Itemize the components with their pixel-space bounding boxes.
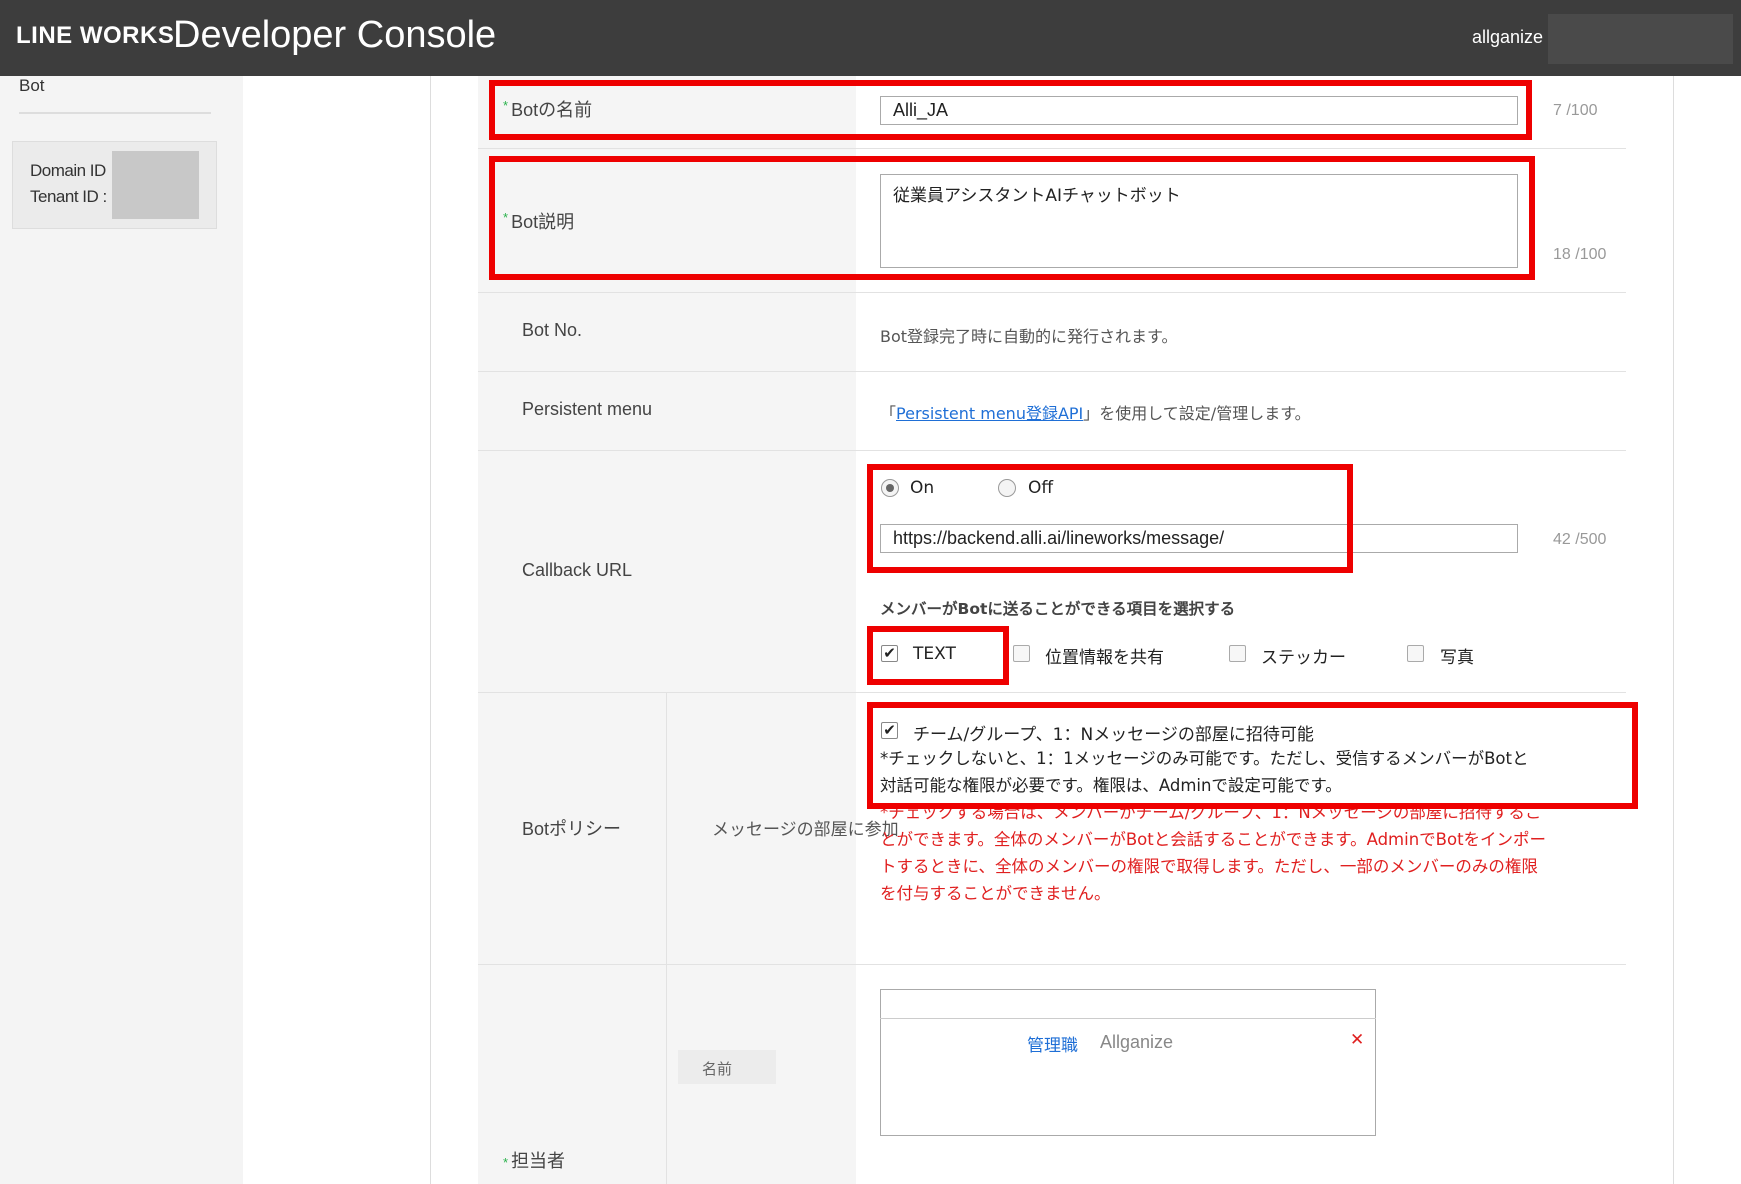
sticker-checkbox[interactable] bbox=[1229, 645, 1246, 662]
location-checkbox[interactable] bbox=[1013, 645, 1030, 662]
highlight-box-text-option bbox=[867, 626, 1009, 685]
sidebar bbox=[0, 76, 243, 1184]
manager-org-tag: Allganize bbox=[1100, 1032, 1174, 1052]
callback-url-counter: 42 /500 bbox=[1553, 531, 1607, 548]
domain-id-label: Domain ID bbox=[30, 161, 106, 180]
row-divider bbox=[478, 964, 1626, 965]
content-border-right bbox=[1673, 76, 1674, 1184]
row-divider bbox=[478, 292, 1626, 293]
console-title: Developer Console bbox=[173, 14, 497, 56]
manager-label-text: 担当者 bbox=[511, 1151, 566, 1171]
manager-list-divider bbox=[880, 1018, 1376, 1019]
redacted-user-area bbox=[1548, 14, 1733, 64]
highlight-box-invite bbox=[867, 702, 1638, 809]
user-name[interactable]: allganize bbox=[1472, 27, 1543, 48]
redacted-id-value bbox=[112, 151, 199, 219]
policy-warning-line-4: を付与することができません。 bbox=[880, 884, 1111, 903]
persistent-menu-label: Persistent menu bbox=[522, 399, 653, 419]
sidebar-divider bbox=[19, 112, 211, 114]
sticker-option-label: ステッカー bbox=[1261, 648, 1346, 668]
policy-warning-line-2: とができます。全体のメンバーがBotと会話することができます。AdminでBot… bbox=[880, 830, 1547, 849]
send-items-title: メンバーがBotに送ることができる項目を選択する bbox=[880, 600, 1236, 618]
manager-label: * 担当者 bbox=[503, 1147, 565, 1173]
bot-no-text: Bot登録完了時に自動的に発行されます。 bbox=[880, 327, 1178, 346]
tenant-id-label: Tenant ID : bbox=[30, 187, 107, 206]
photo-checkbox[interactable] bbox=[1407, 645, 1424, 662]
location-option-label: 位置情報を共有 bbox=[1045, 648, 1164, 668]
highlight-box-bot-desc bbox=[489, 156, 1535, 280]
manager-role-tag: 管理職 bbox=[1027, 1036, 1078, 1056]
line-works-logo[interactable]: LINE WORKS bbox=[16, 22, 174, 50]
join-room-label: メッセージの部屋に参加 bbox=[712, 820, 899, 840]
required-mark: * bbox=[503, 1155, 509, 1170]
content-border-left bbox=[430, 76, 431, 1184]
persistent-menu-suffix: 」を使用して設定/管理します。 bbox=[1083, 404, 1311, 423]
callback-url-label: Callback URL bbox=[522, 560, 633, 580]
persistent-menu-api-link[interactable]: Persistent menu登録API bbox=[896, 404, 1083, 423]
row-divider bbox=[478, 692, 1626, 693]
remove-manager-icon[interactable]: ✕ bbox=[1350, 1030, 1364, 1050]
bot-desc-counter: 18 /100 bbox=[1553, 246, 1607, 263]
row-divider bbox=[478, 148, 1626, 149]
manager-list-box[interactable] bbox=[880, 989, 1376, 1136]
row-divider bbox=[478, 371, 1626, 372]
highlight-box-callback bbox=[867, 464, 1353, 573]
persistent-menu-prefix: 「 bbox=[880, 404, 897, 423]
bot-no-label: Bot No. bbox=[522, 320, 583, 340]
photo-option-label: 写真 bbox=[1440, 648, 1474, 668]
sidebar-item-bot[interactable]: Bot bbox=[19, 76, 45, 96]
policy-warning-line-3: トするときに、全体のメンバーの権限で取得します。ただし、一部のメンバーのみの権限 bbox=[880, 857, 1538, 876]
highlight-box-bot-name bbox=[489, 80, 1532, 140]
persistent-menu-text: 「Persistent menu登録API」を使用して設定/管理します。 bbox=[880, 400, 1311, 424]
sub-column-divider bbox=[666, 692, 667, 1184]
bot-policy-label: Botポリシー bbox=[522, 819, 622, 839]
name-sub-label: 名前 bbox=[678, 1050, 776, 1084]
bot-name-counter: 7 /100 bbox=[1553, 102, 1598, 119]
row-divider bbox=[478, 450, 1626, 451]
